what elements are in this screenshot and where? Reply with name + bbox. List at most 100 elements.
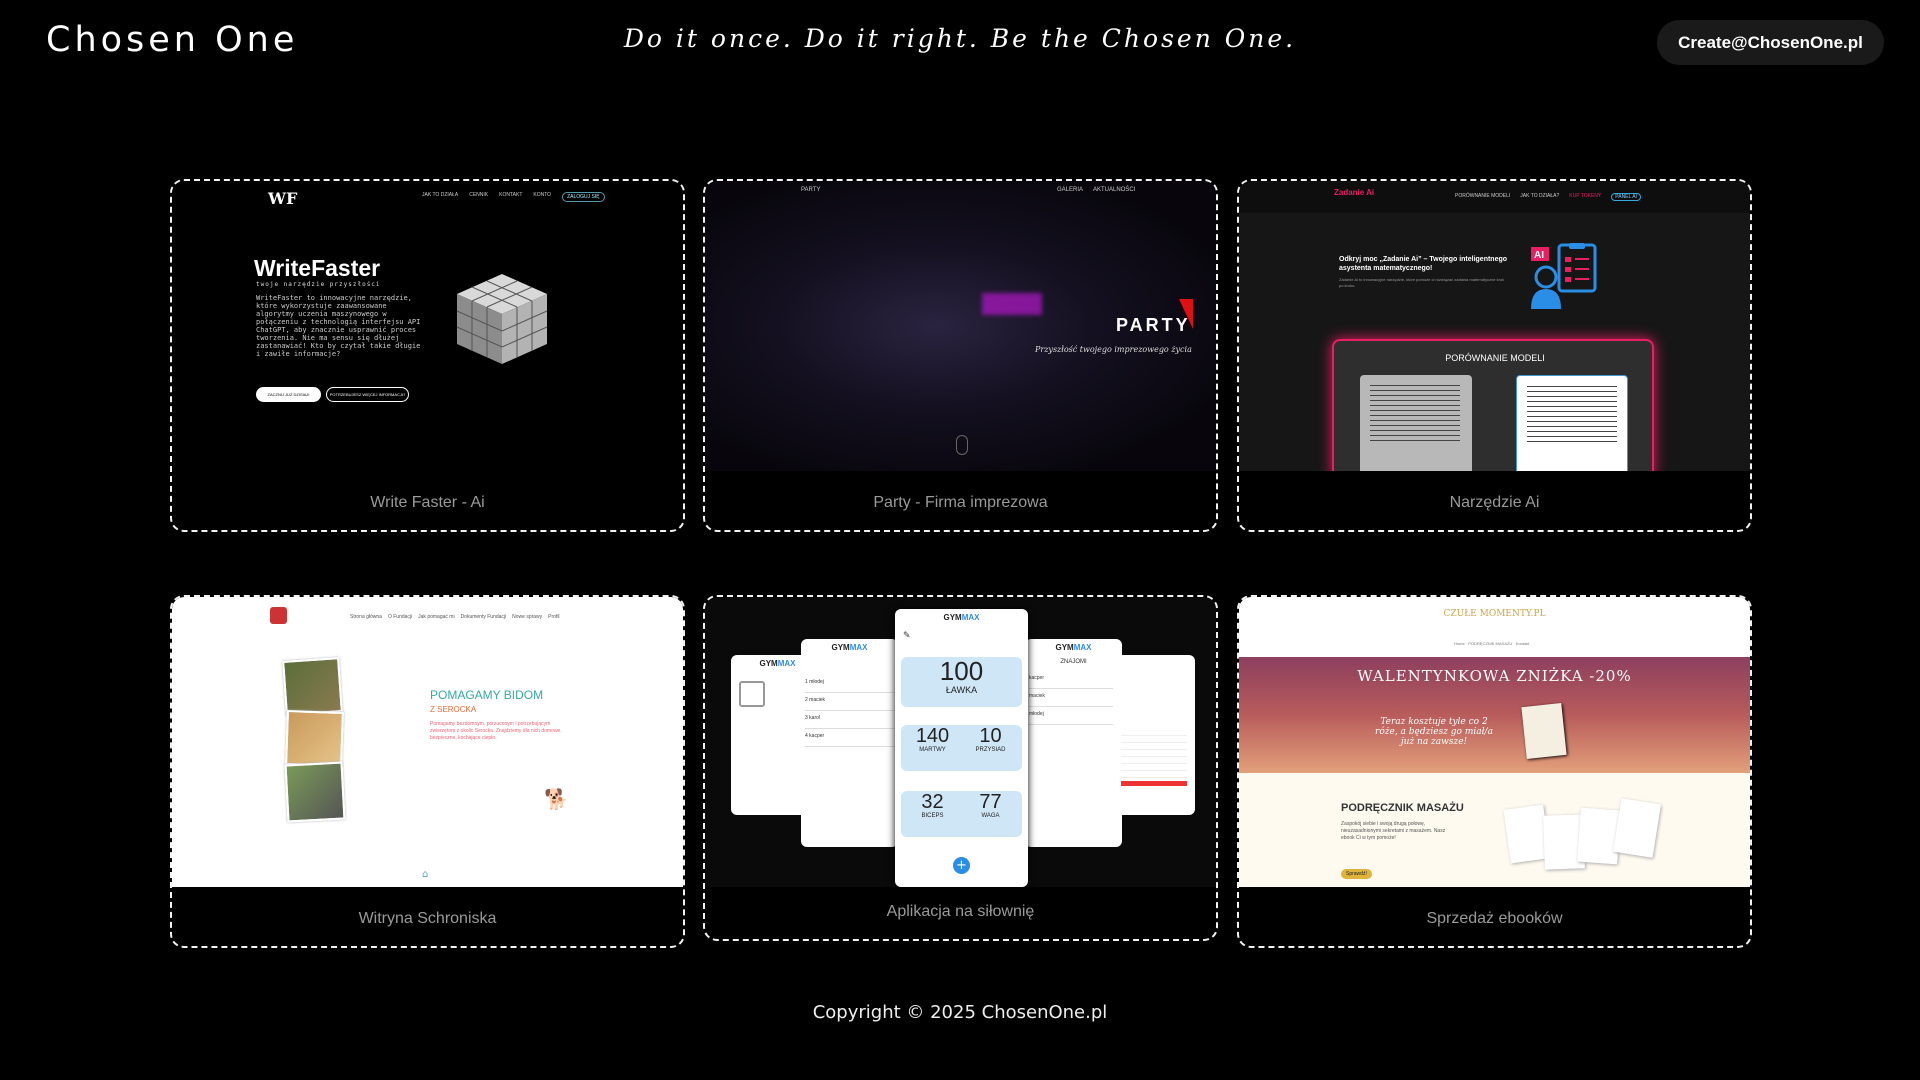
app-logo: GYMMAX: [895, 613, 1028, 622]
preview-cta-button: Sprawdź!: [1341, 869, 1372, 879]
preview-title: WriteFaster: [254, 255, 381, 281]
app-logo-part: MAX: [1073, 643, 1092, 652]
preview-nav-item: PORÓWNANIE MODELI: [1455, 193, 1511, 199]
banner-subtitle: Teraz kosztuje tyle co 2 róże, a będzies…: [1375, 717, 1493, 747]
preview-nav-item: KONTAKT: [499, 192, 523, 198]
project-card-gym-app[interactable]: GYMMAX GYMMAX 1 młodej 2 maciek 3 karol …: [703, 595, 1218, 941]
preview-secondary-button: POTRZEBUJESZ WIĘCEJ INFORMACJI?: [326, 387, 409, 402]
svg-text:AI: AI: [1534, 250, 1544, 261]
section-body: Zaspokój siebie i swoją drugą połowę, ni…: [1341, 821, 1446, 841]
preview-logo: WF: [268, 189, 298, 208]
preview-nav: JAK TO DZIAŁA CENNIK KONTAKT KONTO ZALOG…: [422, 192, 605, 202]
stat-card: 32 BICEPS 77 WAGA: [901, 791, 1022, 837]
project-card-write-faster[interactable]: WF JAK TO DZIAŁA CENNIK KONTAKT KONTO ZA…: [170, 179, 685, 532]
project-caption: Aplikacja na siłownię: [886, 903, 1035, 920]
preview-subtitle: Przyszłość twojego imprezowego życia: [1035, 345, 1192, 354]
preview-primary-button: ZACZNIJ JUŻ DZISIAJ!: [256, 387, 321, 402]
dog-photo: [284, 761, 346, 823]
project-preview-image: CZUŁE MOMENTY.PL Home · PODRĘCZNIK MASAŻ…: [1239, 597, 1750, 887]
preview-nav-item: Profil: [548, 614, 560, 620]
phone-screen: [1113, 655, 1195, 815]
stat-value: 32: [921, 791, 944, 813]
list-item: 2 maciek: [805, 697, 894, 711]
app-logo: GYMMAX: [801, 643, 898, 652]
stat-label: BICEPS: [921, 813, 944, 819]
preview-nav-item: PANEL AI: [1611, 193, 1641, 201]
preview-body: WriteFaster to innowacyjne narzędzie, kt…: [256, 294, 421, 358]
tagline: Do it once. Do it right. Be the Chosen O…: [623, 24, 1297, 53]
stat-card: 140 MARTWY 10 PRZYSIAD: [901, 725, 1022, 771]
camera-icon: [739, 681, 765, 707]
cube-graphic: [456, 274, 548, 364]
project-card-ebooks[interactable]: CZUŁE MOMENTY.PL Home · PODRĘCZNIK MASAŻ…: [1237, 595, 1752, 948]
project-preview-image: GYMMAX GYMMAX 1 młodej 2 maciek 3 karol …: [705, 597, 1216, 887]
preview-logo: CZUŁE MOMENTY.PL: [1443, 609, 1546, 619]
project-card-party[interactable]: PARTY GALERIA AKTUALNOŚCI PARTY Przyszło…: [703, 179, 1218, 532]
document-preview: [1360, 375, 1472, 471]
preview-nav-item: Dokumenty Fundacji: [460, 614, 507, 620]
banner-title: WALENTYNKOWA ZNIŻKA -20%: [1357, 667, 1632, 685]
app-logo-part: MAX: [849, 643, 868, 652]
footer-copyright: Copyright © 2025 ChosenOne.pl: [812, 1002, 1108, 1023]
preview-nav: GALERIA AKTUALNOŚCI: [1057, 187, 1135, 193]
dog-photo: [285, 710, 344, 767]
app-logo: GYMMAX: [1025, 643, 1122, 652]
stat-value: 10: [979, 725, 1002, 747]
preview-nav-item: CENNIK: [469, 192, 489, 198]
preview-nav: PORÓWNANIE MODELI JAK TO DZIAŁA? KUP TOK…: [1455, 193, 1641, 201]
preview-nav-item: AKTUALNOŚCI: [1093, 187, 1136, 193]
panel-title: PORÓWNANIE MODELI: [1445, 353, 1545, 363]
app-logo-part: GYM: [1055, 643, 1074, 652]
project-caption: Party - Firma imprezowa: [873, 494, 1048, 511]
project-preview-image: WF JAK TO DZIAŁA CENNIK KONTAKT KONTO ZA…: [172, 181, 683, 471]
list-item: 3 karol: [805, 715, 894, 729]
app-logo-part: GYM: [759, 659, 778, 668]
project-preview-image: PARTY GALERIA AKTUALNOŚCI PARTY Przyszło…: [705, 181, 1216, 471]
model-comparison-panel: PORÓWNANIE MODELI: [1332, 339, 1654, 471]
phone-screen: GYMMAX 1 młodej 2 maciek 3 karol 4 kacpe…: [801, 639, 898, 847]
list-item: młodej: [1029, 711, 1118, 725]
project-caption: Narzędzie Ai: [1449, 494, 1540, 511]
preview-body: Zadanie Ai to innowacyjne narzędzie, któ…: [1339, 277, 1505, 288]
app-logo-part: MAX: [777, 659, 796, 668]
list-item: 1 młodej: [805, 679, 894, 693]
site-header: Chosen One Do it once. Do it right. Be t…: [0, 0, 1920, 85]
app-logo-part: GYM: [943, 613, 962, 622]
app-logo-part: MAX: [961, 613, 980, 622]
preview-heading: POMAGAMY BIDOM: [430, 688, 544, 702]
stat-value: 140: [915, 725, 950, 747]
preview-headline: Odkryj moc „Zadanie Ai” – Twojego inteli…: [1339, 256, 1508, 272]
preview-nav-item: Jak pomagać mi: [418, 614, 455, 620]
edit-icon: ✎: [903, 631, 911, 641]
preview-nav-item: O Fundacji: [387, 614, 413, 620]
preview-nav-item: KONTO: [533, 192, 552, 198]
shelter-logo: [270, 607, 287, 624]
list-item: kacper: [1029, 675, 1118, 689]
preview-nav-item: JAK TO DZIAŁA: [422, 192, 459, 198]
calendar-highlight: [1121, 781, 1187, 786]
preview-nav-item: Strona główna: [350, 614, 382, 620]
add-icon: +: [953, 857, 970, 874]
project-card-shelter[interactable]: Strona główna O Fundacji Jak pomagać mi …: [170, 595, 685, 948]
app-logo-part: GYM: [831, 643, 850, 652]
project-card-ai-tool[interactable]: Zadanie Ai PORÓWNANIE MODELI JAK TO DZIA…: [1237, 179, 1752, 532]
phone-screen: GYMMAX ZNAJOMI kacper maciek młodej: [1025, 639, 1122, 847]
preview-nav-item: KUP TOKENY: [1569, 193, 1602, 199]
friends-title: ZNAJOMI: [1060, 659, 1087, 665]
section-title: PODRĘCZNIK MASAŻU: [1341, 802, 1464, 814]
dog-photo: [282, 657, 343, 716]
scroll-mouse-icon: [956, 435, 968, 455]
ebook-page: [1613, 798, 1661, 858]
list-item: maciek: [1029, 693, 1118, 707]
project-caption: Write Faster - Ai: [370, 494, 485, 511]
preview-brand: PARTY: [801, 187, 821, 193]
dog-icon: 🐕: [544, 787, 569, 811]
project-caption: Sprzedaż ebooków: [1426, 910, 1563, 927]
phone-screen-main: GYMMAX ✎ 100 ŁAWKA 140 MARTWY 10 PRZYSIAD 3…: [895, 609, 1028, 887]
stat-value: 77: [979, 791, 1002, 813]
project-caption: Witryna Schroniska: [358, 910, 497, 927]
contact-email-button[interactable]: Create@ChosenOne.pl: [1657, 20, 1884, 65]
stat-label: MARTWY: [919, 747, 946, 753]
preview-nav: Home · PODRĘCZNIK MASAŻU · Kontakt: [1454, 641, 1530, 646]
preview-nav-item: Nowe sprawy: [512, 614, 543, 620]
